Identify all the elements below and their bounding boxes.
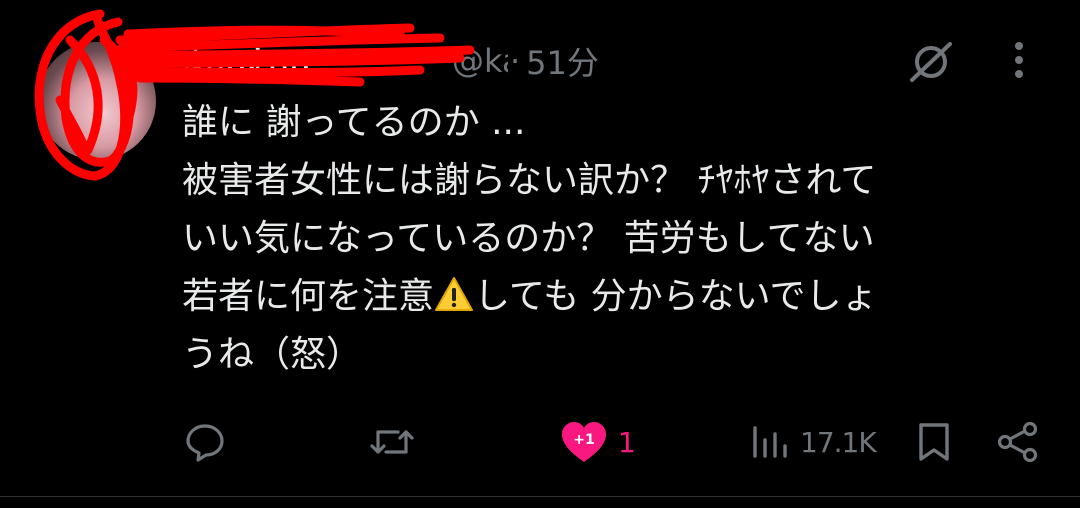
tweet-body: 誰に 謝ってるのか ... 被害者女性には謝らない訳か？ ﾁﾔﾎﾔされて いい気… — [182, 94, 1042, 384]
retweet-button[interactable] — [368, 412, 416, 472]
tweet-line-2: 被害者女性には謝らない訳か？ ﾁﾔﾎﾔされて — [182, 160, 877, 201]
share-icon — [997, 421, 1038, 463]
like-badge: +1 — [573, 432, 594, 448]
grok-icon[interactable] — [906, 40, 956, 84]
avatar[interactable] — [38, 42, 156, 160]
reply-icon — [186, 424, 224, 462]
divider — [0, 496, 1080, 497]
handle[interactable]: @kai — [452, 42, 508, 80]
retweet-icon — [370, 430, 414, 454]
views-icon — [753, 426, 787, 458]
tweet-line-4: 若者に何を注意 しても 分からないでしょ — [182, 268, 1042, 326]
bookmark-icon — [919, 423, 949, 461]
heart-icon: +1 — [562, 422, 606, 462]
separator: · — [510, 42, 521, 80]
views-button[interactable]: 17.1K — [748, 412, 877, 472]
reply-button[interactable] — [184, 412, 226, 472]
tweet-line-3: いい気になっているのか？ 苦労もしてない — [182, 218, 875, 259]
like-button[interactable]: +1 1 — [560, 412, 636, 472]
action-bar: +1 1 17.1K — [0, 412, 1080, 472]
tweet-header: あいおい @kai · 51分 — [182, 36, 599, 86]
tweet-line-4-start: 若者に何を注意 — [182, 276, 435, 317]
tweet-line-4-end: しても 分からないでしょ — [474, 276, 878, 317]
tweet-line-1: 誰に 謝ってるのか ... — [182, 102, 526, 143]
warning-emoji-icon — [435, 277, 474, 311]
display-name[interactable]: あいおい — [182, 38, 452, 84]
tweet-line-5: うね（怒） — [182, 334, 363, 375]
like-count: 1 — [618, 425, 636, 459]
more-icon[interactable] — [1006, 40, 1032, 80]
share-button[interactable] — [996, 412, 1040, 472]
bookmark-button[interactable] — [916, 412, 952, 472]
timestamp[interactable]: 51分 — [526, 38, 599, 84]
views-count: 17.1K — [800, 425, 877, 459]
